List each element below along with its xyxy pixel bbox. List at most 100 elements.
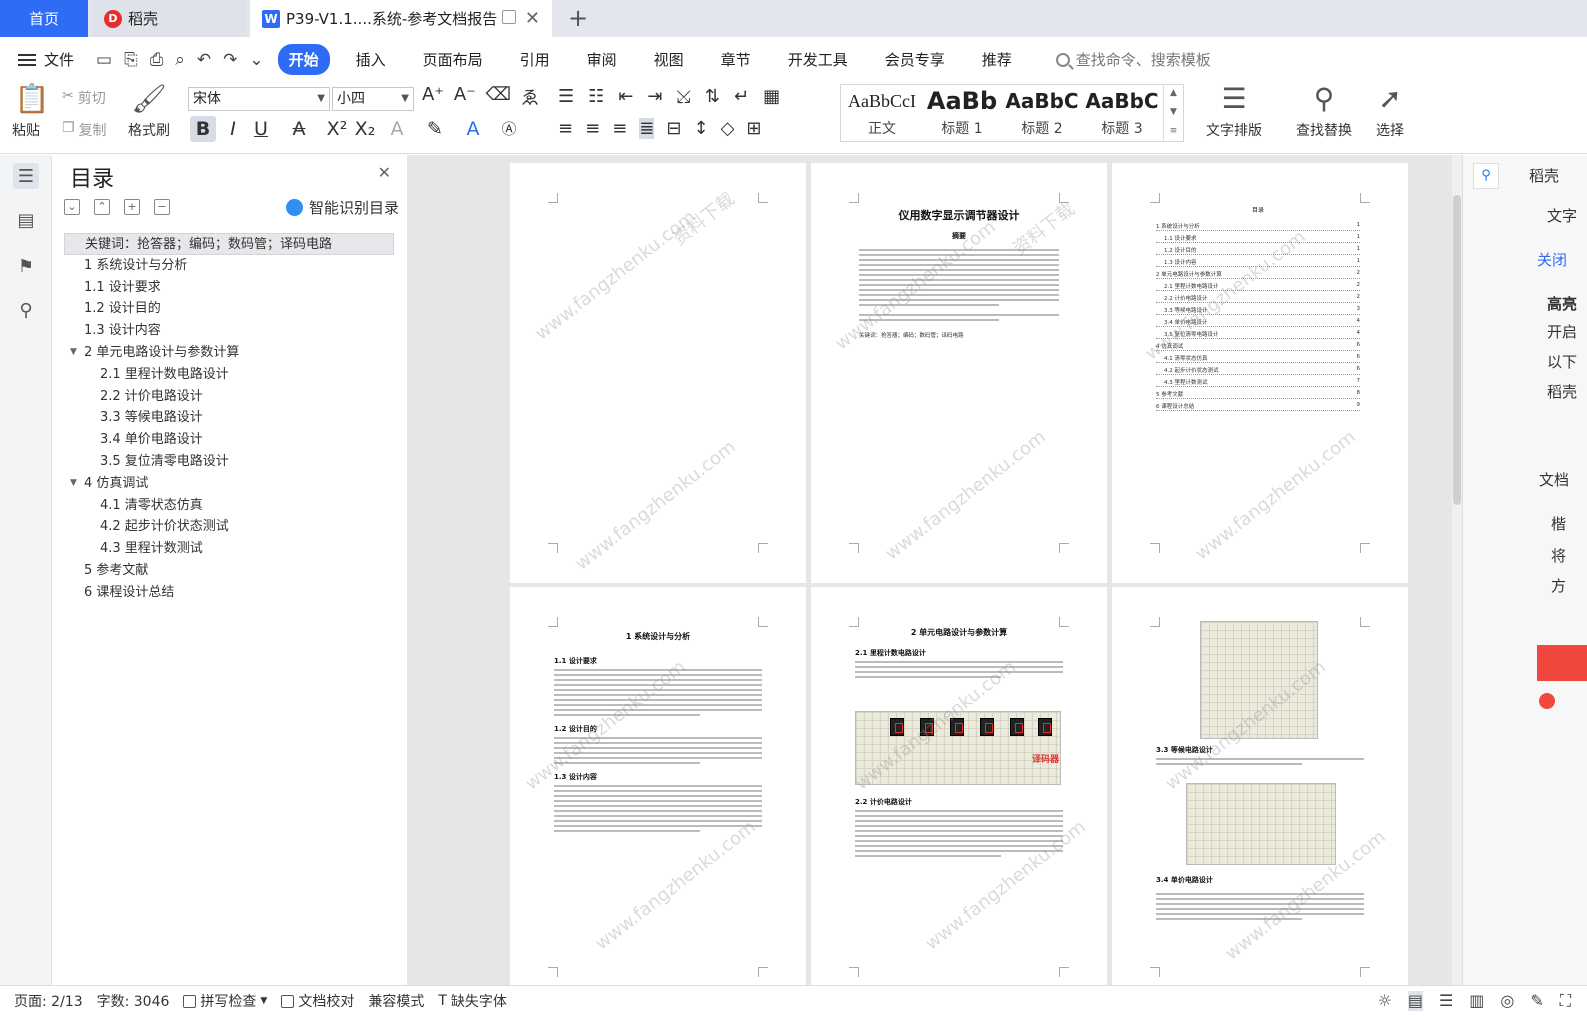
toc-item[interactable]: 2.2 计价电路设计 [64,386,394,408]
bold-button[interactable]: B [190,116,216,142]
strikethrough-button[interactable]: A [288,116,310,142]
location-pin-icon[interactable]: ⚲ [1473,163,1499,189]
toc-item[interactable]: 6 课程设计总结 [64,582,394,604]
format-painter-button[interactable]: 🖌 格式刷 [124,84,174,140]
ribbon-tab-recommend[interactable]: 推荐 [971,44,1023,75]
decrease-indent-icon[interactable]: ⇤ [618,86,633,107]
page-abstract[interactable]: 仪用数字显示调节器设计 摘要 关键词：抢答器；编码；数码管；译码电路 [811,163,1107,583]
style-heading-2[interactable]: AaBbC 标题 2 [1003,84,1081,142]
toc-item[interactable]: 4.2 起步计价状态测试 [64,516,394,538]
tab-document[interactable]: W P39-V1.1....系统-参考文档报告 ✕ [250,0,552,37]
align-right-icon[interactable]: ≡ [612,118,627,139]
ribbon-tab-references[interactable]: 引用 [509,44,561,75]
right-panel-close-link[interactable]: 关闭 [1537,249,1567,270]
toc-item[interactable]: 1.2 设计目的 [64,298,394,320]
toc-item[interactable]: 3.4 单价电路设计 [64,429,394,451]
close-tab-icon[interactable]: ✕ [525,8,540,29]
tab-home[interactable]: 首页 [0,0,88,37]
expand-up-icon[interactable]: ⌃ [94,199,110,215]
chevron-up-icon[interactable]: ▲ [1164,84,1183,103]
line-spacing-icon[interactable]: ↕ [693,118,708,139]
align-center-icon[interactable]: ≡ [585,118,600,139]
style-gallery-scroll[interactable]: ▲ ▼ ≡ [1163,84,1183,142]
chevron-down-icon[interactable]: ▼ [1164,103,1183,122]
highlight-icon[interactable]: ✎ [424,116,446,142]
font-size-select[interactable]: 小四 ▼ [332,87,414,111]
redo-icon[interactable]: ↷ [223,50,237,70]
borders-icon[interactable]: ⊞ [746,118,761,139]
promo-button[interactable] [1537,645,1587,681]
toc-item[interactable]: 4.1 清零状态仿真 [64,495,394,517]
ribbon-tab-home[interactable]: 开始 [277,44,330,75]
export-pdf-icon[interactable]: ⎘ [124,50,138,70]
undo-icon[interactable]: ↶ [197,50,211,70]
ribbon-tab-developer[interactable]: 开发工具 [777,44,859,75]
ribbon-tab-member[interactable]: 会员专享 [874,44,956,75]
write-mode-icon[interactable]: ✎ [1530,991,1543,1011]
italic-button[interactable]: I [222,116,244,142]
align-left-icon[interactable]: ≡ [558,118,573,139]
ribbon-tab-review[interactable]: 审阅 [576,44,628,75]
ribbon-tab-layout[interactable]: 页面布局 [412,44,494,75]
justify-icon[interactable]: ≣ [639,118,655,139]
show-marks-icon[interactable]: ↵ [734,86,749,107]
add-level-icon[interactable]: + [124,199,140,215]
outline-view-icon[interactable]: ☰ [1439,991,1453,1011]
toc-item[interactable]: 3.5 复位清零电路设计 [64,451,394,473]
style-heading-1[interactable]: AaBb 标题 1 [923,84,1001,142]
toc-item[interactable]: 1.3 设计内容 [64,320,394,342]
print-icon[interactable]: ⎙ [150,50,164,70]
toc-item[interactable]: 1 系统设计与分析 [64,255,394,277]
text-effect-button[interactable]: A [386,116,408,142]
underline-button[interactable]: U [250,116,272,142]
page-view-icon[interactable]: ▤ [1407,991,1423,1011]
web-view-icon[interactable]: ◎ [1500,991,1514,1011]
reading-view-icon[interactable]: ▥ [1469,991,1484,1011]
style-normal[interactable]: AaBbCcI 正文 [843,84,921,142]
page-blank[interactable] [510,163,806,583]
toc-item[interactable]: 5 参考文献 [64,560,394,582]
missing-font-button[interactable]: T 缺失字体 [438,991,507,1011]
phonetic-icon[interactable]: ゑ [521,84,539,110]
shading-icon[interactable]: ◇ [721,118,735,139]
toc-item[interactable]: 1.1 设计要求 [64,277,394,299]
font-color-icon[interactable]: A [462,116,484,142]
toc-item[interactable]: 4.3 里程计数测试 [64,538,394,560]
bookmark-icon[interactable]: ⚑ [13,253,39,279]
page-unit-circuit[interactable]: 2 单元电路设计与参数计算 2.1 里程计数电路设计 译码器 2.2 计价电路设… [811,587,1107,985]
remove-level-icon[interactable]: − [154,199,170,215]
style-heading-3[interactable]: AaBbC 标题 3 [1083,84,1161,142]
increase-indent-icon[interactable]: ⇥ [647,86,662,107]
proofread-button[interactable]: 文档校对 [281,991,354,1011]
spell-check-toggle[interactable]: 拼写检查 ▼ [183,991,267,1011]
find-replace-button[interactable]: ⚲ 查找替换 [1288,84,1360,140]
file-menu[interactable]: 文件 [18,49,74,70]
char-border-icon[interactable]: Ⓐ [498,116,520,142]
text-layout-button[interactable]: ☰ 文字排版 [1198,84,1270,140]
print-preview-icon[interactable]: ⌕ [175,50,185,70]
document-scrollbar[interactable] [1452,155,1462,985]
font-name-select[interactable]: 宋体 ▼ [188,87,330,111]
word-count[interactable]: 字数: 3046 [97,991,170,1011]
page-count[interactable]: 页面: 2/13 [14,991,83,1011]
close-icon[interactable]: ✕ [378,163,391,182]
fullscreen-icon[interactable]: ⛶ [1560,991,1571,1011]
table-ruler-icon[interactable]: ▦ [763,86,780,107]
cut-button[interactable]: ✂ 剪切 [62,88,106,108]
copy-button[interactable]: ❐ 复制 [62,120,107,140]
chinese-layout-icon[interactable]: ⤩ [676,86,690,107]
toc-nav-icon[interactable]: ☰ [13,163,39,189]
page-wait-circuit[interactable]: 3.3 等候电路设计 3.4 单价电路设计 [1112,587,1408,985]
eye-protect-icon[interactable]: ☼ [1377,991,1391,1011]
grow-font-icon[interactable]: A⁺ [422,84,444,110]
paste-button[interactable]: 📋 粘贴 [12,84,52,140]
toc-item[interactable]: ▼ 2 单元电路设计与参数计算 [64,342,394,364]
expand-gallery-icon[interactable]: ≡ [1164,122,1183,141]
ribbon-tab-chapter[interactable]: 章节 [710,44,762,75]
chevron-down-icon[interactable]: ▼ [70,473,77,495]
page-system-design[interactable]: 1 系统设计与分析 1.1 设计要求 1.2 设计目的 1.3 设计内容 [510,587,806,985]
search-icon[interactable]: ⚲ [13,297,39,323]
bullet-list-icon[interactable]: ☰ [558,86,574,107]
scrollbar-thumb[interactable] [1453,195,1461,505]
save-icon[interactable]: ▭ [96,50,112,70]
